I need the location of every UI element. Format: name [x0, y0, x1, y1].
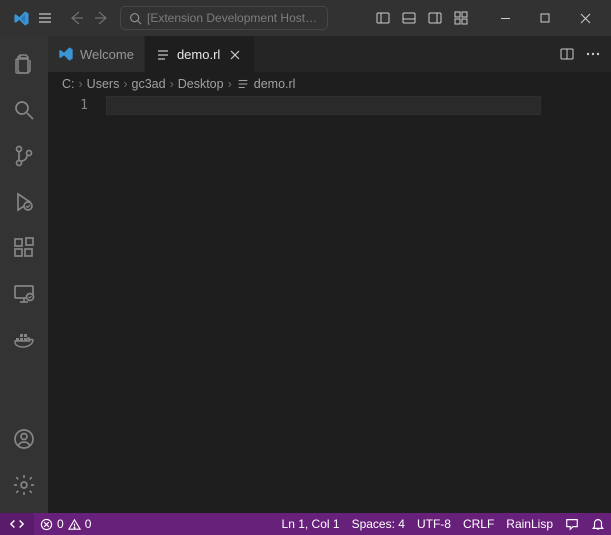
code-line-1[interactable]: [106, 96, 541, 115]
indentation[interactable]: Spaces: 4: [346, 517, 411, 531]
crumb-desktop[interactable]: Desktop: [178, 77, 224, 91]
vscode-small-icon: [58, 46, 74, 62]
warning-count: 0: [85, 517, 92, 531]
problems-indicator[interactable]: 0 0: [34, 513, 97, 535]
search-sidebar-icon[interactable]: [0, 90, 48, 130]
search-icon: [129, 12, 142, 25]
source-control-icon[interactable]: [0, 136, 48, 176]
crumb-users[interactable]: Users: [87, 77, 120, 91]
eol[interactable]: CRLF: [457, 517, 500, 531]
layout-right-icon[interactable]: [423, 6, 447, 30]
encoding[interactable]: UTF-8: [411, 517, 457, 531]
tab-bar: Welcome demo.rl: [48, 36, 611, 72]
notifications-icon[interactable]: [585, 517, 611, 531]
titlebar-right: [371, 3, 605, 33]
command-center-search[interactable]: [Extension Development Host] Se...: [120, 6, 328, 30]
crumb-gc3ad[interactable]: gc3ad: [132, 77, 166, 91]
error-count: 0: [57, 517, 64, 531]
chevron-right-icon: ›: [79, 77, 83, 91]
tab-close-icon[interactable]: [226, 46, 244, 64]
code-content[interactable]: [106, 96, 541, 513]
chevron-right-icon: ›: [123, 77, 127, 91]
warning-icon: [68, 518, 81, 531]
line-number-gutter: 1: [48, 96, 106, 513]
file-icon: [155, 47, 171, 63]
tab-demo-label: demo.rl: [177, 47, 220, 62]
crumb-file[interactable]: demo.rl: [254, 77, 296, 91]
tab-demo[interactable]: demo.rl: [145, 36, 255, 72]
search-placeholder: [Extension Development Host] Se...: [147, 11, 319, 25]
more-actions-icon[interactable]: [581, 42, 605, 66]
chevron-right-icon: ›: [170, 77, 174, 91]
nav-forward-icon[interactable]: [90, 7, 112, 29]
extensions-icon[interactable]: [0, 228, 48, 268]
file-small-icon: [236, 77, 250, 91]
breadcrumb[interactable]: C: › Users › gc3ad › Desktop › demo.rl: [48, 72, 611, 96]
error-icon: [40, 518, 53, 531]
title-bar: [Extension Development Host] Se...: [0, 0, 611, 36]
activity-bar: [0, 36, 48, 513]
minimap[interactable]: [541, 96, 611, 513]
window-close-button[interactable]: [565, 3, 605, 33]
split-editor-icon[interactable]: [555, 42, 579, 66]
cursor-position[interactable]: Ln 1, Col 1: [276, 517, 346, 531]
layout-customize-icon[interactable]: [449, 6, 473, 30]
nav-controls: [66, 7, 112, 29]
window-controls: [485, 3, 605, 33]
tab-welcome-label: Welcome: [80, 47, 134, 62]
layout-bottom-icon[interactable]: [397, 6, 421, 30]
tab-welcome[interactable]: Welcome: [48, 36, 145, 72]
layout-left-icon[interactable]: [371, 6, 395, 30]
explorer-icon[interactable]: [0, 44, 48, 84]
crumb-c[interactable]: C:: [62, 77, 75, 91]
code-editor[interactable]: 1: [48, 96, 611, 513]
chevron-right-icon: ›: [228, 77, 232, 91]
settings-gear-icon[interactable]: [0, 465, 48, 505]
remote-explorer-icon[interactable]: [0, 274, 48, 314]
language-mode[interactable]: RainLisp: [500, 517, 559, 531]
run-debug-icon[interactable]: [0, 182, 48, 222]
docker-icon[interactable]: [0, 320, 48, 360]
menu-icon[interactable]: [34, 7, 56, 29]
nav-back-icon[interactable]: [66, 7, 88, 29]
editor-actions: [555, 36, 611, 72]
accounts-icon[interactable]: [0, 419, 48, 459]
editor-group: Welcome demo.rl C:: [48, 36, 611, 513]
status-bar: 0 0 Ln 1, Col 1 Spaces: 4 UTF-8 CRLF Rai…: [0, 513, 611, 535]
remote-indicator[interactable]: [0, 513, 34, 535]
line-number-1: 1: [48, 96, 88, 115]
window-minimize-button[interactable]: [485, 3, 525, 33]
vscode-logo-icon: [10, 7, 32, 29]
main-area: Welcome demo.rl C:: [0, 36, 611, 513]
feedback-icon[interactable]: [559, 517, 585, 531]
window-maximize-button[interactable]: [525, 3, 565, 33]
